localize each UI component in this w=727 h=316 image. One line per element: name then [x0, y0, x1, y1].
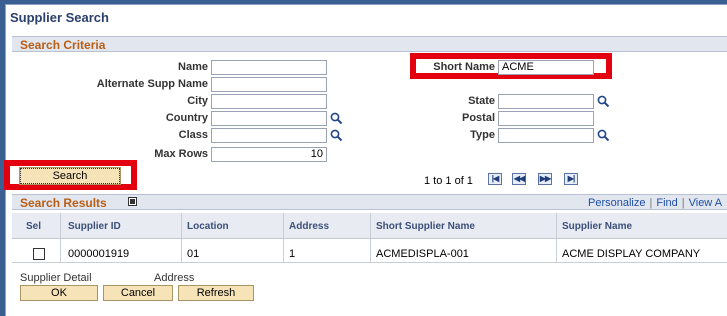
name-input[interactable] — [211, 60, 327, 75]
state-lookup-icon[interactable] — [597, 95, 610, 108]
city-input[interactable] — [211, 94, 327, 109]
refresh-button[interactable]: Refresh — [178, 285, 254, 301]
type-input[interactable] — [498, 128, 594, 143]
state-input[interactable] — [498, 94, 594, 109]
grid-links: Personalize | Find | View A — [588, 197, 723, 209]
short-name-input[interactable]: ACME — [498, 60, 594, 75]
column-divider — [181, 213, 182, 263]
find-link[interactable]: Find — [656, 197, 677, 209]
type-lookup-icon[interactable] — [597, 129, 610, 142]
class-label: Class — [178, 129, 208, 141]
cell-supplier-id: 0000001919 — [68, 248, 130, 260]
column-header-short-supplier-name: Short Supplier Name — [376, 221, 475, 232]
view-all-link[interactable]: View A — [689, 197, 722, 209]
column-divider — [370, 213, 371, 263]
search-criteria-header: Search Criteria — [12, 36, 727, 52]
cell-location: 01 — [187, 248, 200, 260]
row-divider — [12, 262, 727, 263]
column-header-supplier-id: Supplier ID — [68, 221, 121, 232]
class-lookup-icon[interactable] — [330, 129, 343, 142]
column-header-supplier-name: Supplier Name — [562, 221, 633, 232]
column-header-location: Location — [187, 221, 229, 232]
column-divider — [556, 213, 557, 263]
country-input[interactable] — [211, 111, 327, 126]
search-button[interactable]: Search — [19, 167, 121, 185]
pager-count: 1 to 1 of 1 — [424, 175, 473, 187]
state-label: State — [468, 95, 495, 107]
last-page-icon[interactable]: ▶| — [564, 173, 578, 185]
personalize-link[interactable]: Personalize — [588, 197, 645, 209]
previous-page-icon[interactable]: ◀◀ — [512, 173, 526, 185]
next-page-icon[interactable]: ▶▶ — [538, 173, 552, 185]
first-page-icon[interactable]: |◀ — [488, 173, 502, 185]
supplier-detail-label: Supplier Detail — [20, 272, 92, 284]
cell-address: 1 — [289, 248, 296, 260]
postal-input[interactable] — [498, 111, 594, 126]
column-divider — [60, 213, 61, 263]
country-label: Country — [165, 112, 208, 124]
page-title: Supplier Search — [10, 10, 109, 25]
row-select-checkbox[interactable] — [33, 248, 45, 260]
short-name-label: Short Name — [433, 61, 495, 73]
column-header-sel: Sel — [26, 221, 42, 232]
postal-label: Postal — [461, 112, 495, 124]
type-label: Type — [470, 129, 495, 141]
search-results-title: Search Results — [20, 196, 107, 210]
alternate-supp-name-label: Alternate Supp Name — [96, 78, 208, 90]
address-label: Address — [154, 272, 195, 284]
city-label: City — [187, 95, 208, 107]
country-lookup-icon[interactable] — [330, 112, 343, 125]
ok-button[interactable]: OK — [20, 285, 98, 301]
column-header-address: Address — [289, 221, 330, 232]
cell-supplier-name: ACME DISPLAY COMPANY — [562, 248, 701, 260]
cancel-button[interactable]: Cancel — [103, 285, 173, 301]
grid-zoom-icon[interactable] — [128, 197, 137, 206]
alternate-supp-name-input[interactable] — [211, 77, 327, 92]
name-label: Name — [178, 61, 208, 73]
max-rows-input[interactable]: 10 — [211, 147, 327, 162]
cell-short-supplier-name: ACMEDISPLA-001 — [376, 248, 469, 260]
max-rows-label: Max Rows — [154, 148, 208, 160]
column-divider — [283, 213, 284, 263]
class-input[interactable] — [211, 128, 327, 143]
